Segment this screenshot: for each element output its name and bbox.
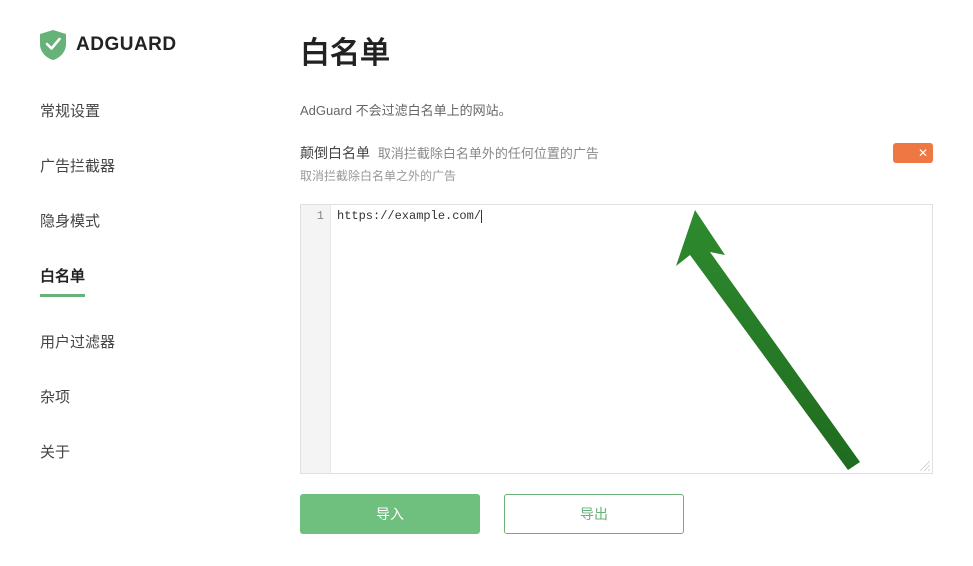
nav-stealth[interactable]: 隐身模式: [40, 210, 100, 231]
brand-name: ADGUARD: [76, 34, 177, 56]
text-caret: [481, 210, 482, 223]
editor-line: https://example.com/: [337, 209, 481, 223]
invert-whitelist-row: 颠倒白名单 取消拦截除白名单外的任何位置的广告 取消拦截除白名单之外的广告 ✕: [300, 143, 933, 184]
whitelist-editor[interactable]: 1 https://example.com/: [300, 204, 933, 474]
invert-sublabel: 取消拦截除白名单外的任何位置的广告: [378, 146, 599, 161]
nav-whitelist[interactable]: 白名单: [40, 265, 85, 297]
invert-toggle[interactable]: ✕: [893, 143, 933, 163]
nav-general[interactable]: 常规设置: [40, 100, 100, 121]
line-number: 1: [301, 209, 324, 223]
import-button[interactable]: 导入: [300, 494, 480, 534]
sidebar: ADGUARD 常规设置 广告拦截器 隐身模式 白名单 用户过滤器 杂项 关于: [0, 0, 250, 566]
editor-content[interactable]: https://example.com/: [331, 205, 932, 473]
sidebar-nav: 常规设置 广告拦截器 隐身模式 白名单 用户过滤器 杂项 关于: [40, 100, 250, 462]
close-icon: ✕: [918, 147, 928, 159]
invert-label: 颠倒白名单: [300, 145, 370, 161]
page-title: 白名单: [300, 28, 933, 72]
action-buttons: 导入 导出: [300, 494, 933, 534]
page-description: AdGuard 不会过滤白名单上的网站。: [300, 100, 933, 119]
main-panel: 白名单 AdGuard 不会过滤白名单上的网站。 颠倒白名单 取消拦截除白名单外…: [250, 0, 973, 566]
shield-icon: [40, 30, 66, 60]
nav-userfilter[interactable]: 用户过滤器: [40, 331, 115, 352]
nav-about[interactable]: 关于: [40, 441, 70, 462]
invert-hint: 取消拦截除白名单之外的广告: [300, 167, 893, 184]
invert-label-line: 颠倒白名单 取消拦截除白名单外的任何位置的广告: [300, 143, 893, 163]
editor-gutter: 1: [301, 205, 331, 473]
resize-handle-icon[interactable]: [920, 461, 930, 471]
export-button[interactable]: 导出: [504, 494, 684, 534]
nav-misc[interactable]: 杂项: [40, 386, 70, 407]
brand-logo: ADGUARD: [40, 30, 250, 60]
nav-adblocker[interactable]: 广告拦截器: [40, 155, 115, 176]
